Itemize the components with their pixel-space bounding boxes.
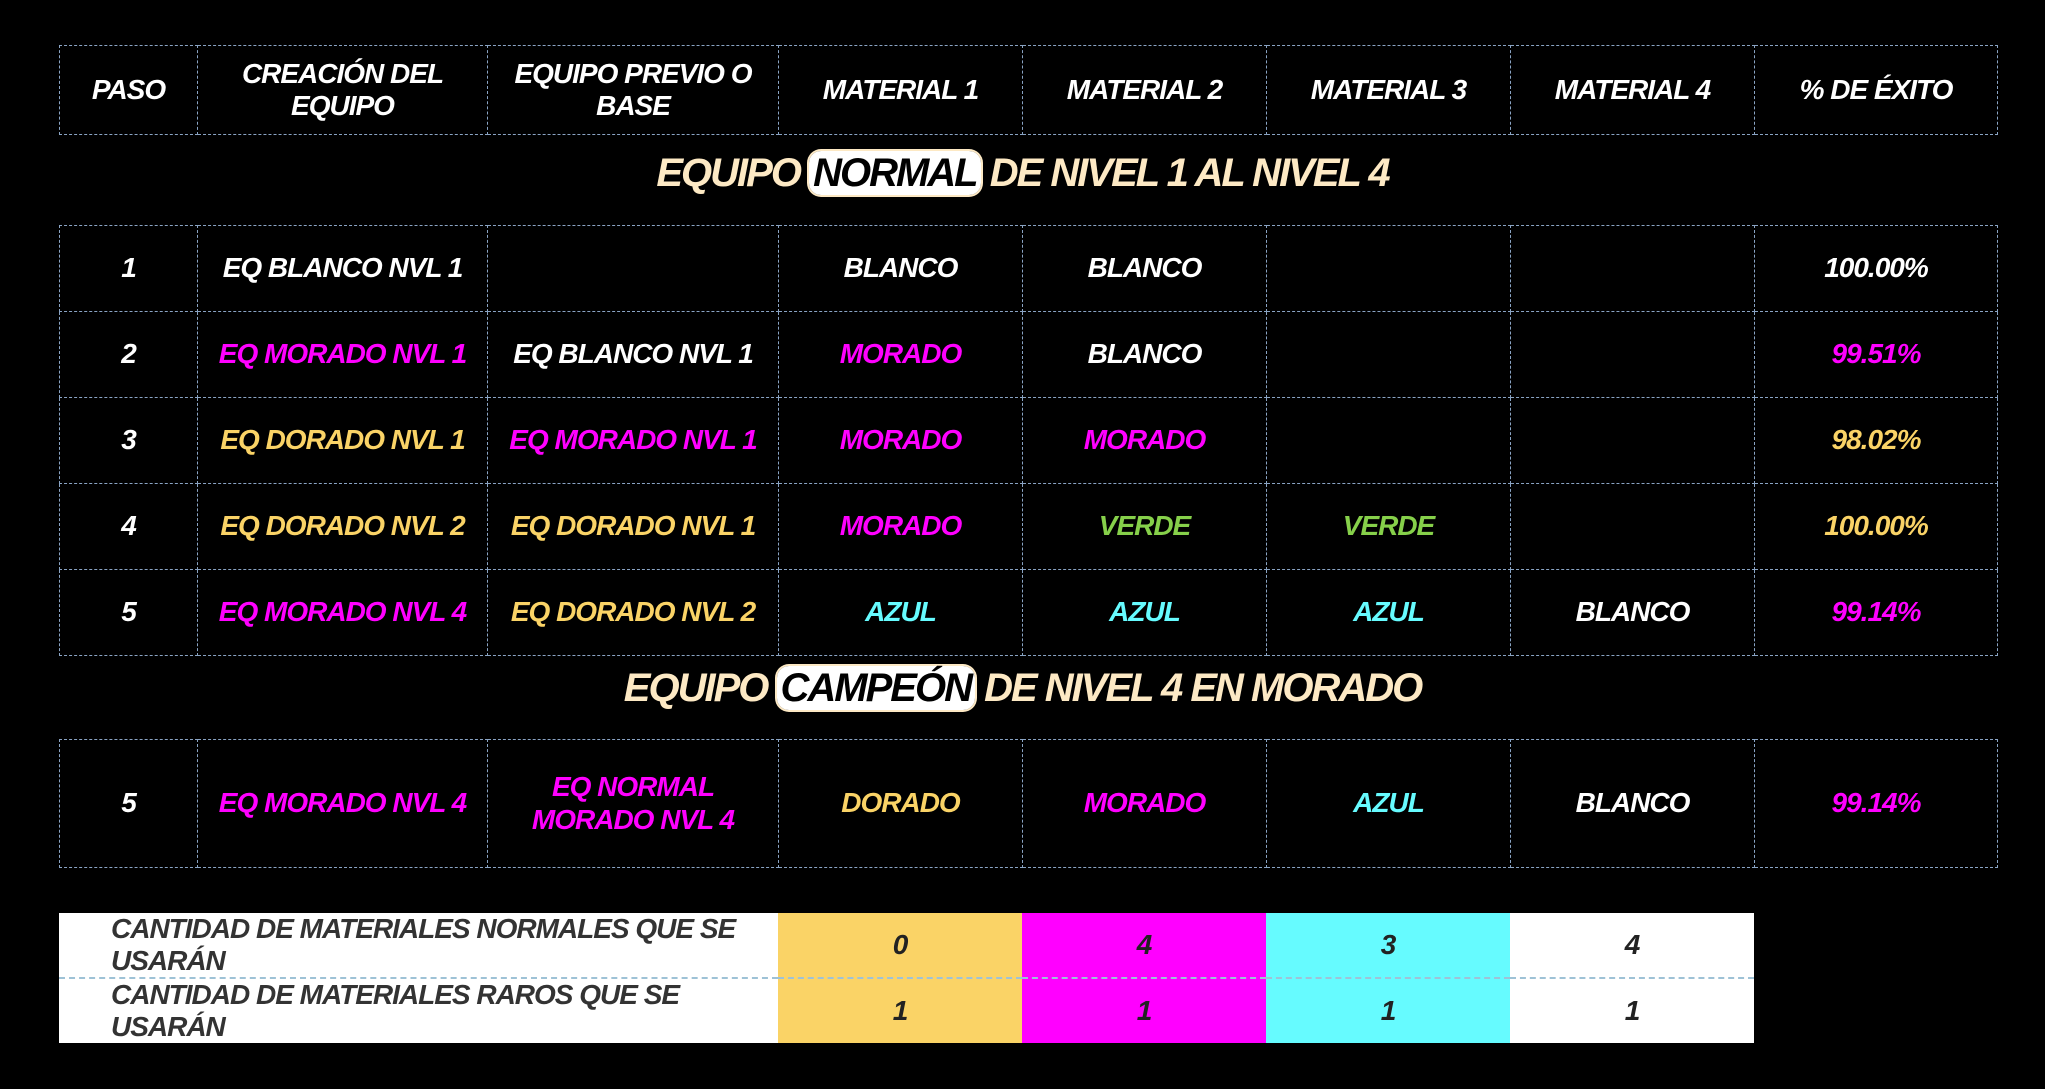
cell-paso: 2 bbox=[59, 311, 198, 398]
header-material-3: MATERIAL 3 bbox=[1266, 45, 1511, 135]
cell-material-3 bbox=[1266, 397, 1511, 484]
normal-equipment-table: 1 EQ BLANCO NVL 1 BLANCO BLANCO 100.00% … bbox=[59, 225, 1998, 656]
summary-value: 3 bbox=[1266, 913, 1510, 979]
cell-material-3 bbox=[1266, 311, 1511, 398]
cell-material-1: MORADO bbox=[778, 311, 1023, 398]
cell-creacion: EQ BLANCO NVL 1 bbox=[197, 225, 488, 312]
cell-material-3: AZUL bbox=[1266, 739, 1511, 868]
section-title-highlight: NORMAL bbox=[809, 151, 981, 195]
section-title-post: DE NIVEL 1 AL NIVEL 4 bbox=[989, 151, 1391, 195]
cell-material-1: BLANCO bbox=[778, 225, 1023, 312]
cell-creacion: EQ MORADO NVL 4 bbox=[197, 739, 488, 868]
cell-material-1: DORADO bbox=[778, 739, 1023, 868]
section-title-pre: EQUIPO bbox=[623, 666, 770, 710]
table-row: 4 EQ DORADO NVL 2 EQ DORADO NVL 1 MORADO… bbox=[59, 483, 1998, 570]
summary-label: CANTIDAD DE MATERIALES NORMALES QUE SE U… bbox=[59, 913, 778, 979]
cell-material-1: MORADO bbox=[778, 397, 1023, 484]
summary-value: 1 bbox=[1510, 978, 1754, 1043]
cell-exito: 98.02% bbox=[1754, 397, 1998, 484]
section-title-pre: EQUIPO bbox=[656, 151, 802, 195]
cell-creacion: EQ MORADO NVL 4 bbox=[197, 569, 488, 656]
cell-equipo-previo: EQ BLANCO NVL 1 bbox=[487, 311, 779, 398]
cell-exito: 100.00% bbox=[1754, 483, 1998, 570]
materials-summary-table: CANTIDAD DE MATERIALES NORMALES QUE SE U… bbox=[59, 913, 1754, 1043]
header-paso: PASO bbox=[59, 45, 198, 135]
cell-material-4 bbox=[1510, 483, 1755, 570]
cell-paso: 1 bbox=[59, 225, 198, 312]
cell-material-2: BLANCO bbox=[1022, 225, 1267, 312]
cell-creacion: EQ DORADO NVL 1 bbox=[197, 397, 488, 484]
header-row: PASO CREACIÓN DEL EQUIPO EQUIPO PREVIO O… bbox=[59, 45, 1998, 135]
champion-row: 5 EQ MORADO NVL 4 EQ NORMAL MORADO NVL 4… bbox=[59, 739, 1998, 868]
table-row: 2 EQ MORADO NVL 1 EQ BLANCO NVL 1 MORADO… bbox=[59, 311, 1998, 398]
cell-paso: 5 bbox=[59, 739, 198, 868]
summary-value: 1 bbox=[1022, 978, 1266, 1043]
cell-material-4: BLANCO bbox=[1510, 739, 1755, 868]
cell-exito: 99.14% bbox=[1754, 739, 1998, 868]
header-table: PASO CREACIÓN DEL EQUIPO EQUIPO PREVIO O… bbox=[59, 45, 1998, 135]
summary-value: 1 bbox=[1266, 978, 1510, 1043]
champion-equipment-table: 5 EQ MORADO NVL 4 EQ NORMAL MORADO NVL 4… bbox=[59, 739, 1998, 868]
cell-exito: 100.00% bbox=[1754, 225, 1998, 312]
section-title-normal: EQUIPO NORMAL DE NIVEL 1 AL NIVEL 4 bbox=[0, 151, 2045, 196]
table-row: 3 EQ DORADO NVL 1 EQ MORADO NVL 1 MORADO… bbox=[59, 397, 1998, 484]
cell-material-2: MORADO bbox=[1022, 397, 1267, 484]
cell-material-2: AZUL bbox=[1022, 569, 1267, 656]
cell-paso: 4 bbox=[59, 483, 198, 570]
cell-equipo-previo: EQ MORADO NVL 1 bbox=[487, 397, 779, 484]
cell-equipo-previo: EQ NORMAL MORADO NVL 4 bbox=[487, 739, 779, 868]
cell-creacion: EQ DORADO NVL 2 bbox=[197, 483, 488, 570]
cell-material-1: MORADO bbox=[778, 483, 1023, 570]
summary-label: CANTIDAD DE MATERIALES RAROS QUE SE USAR… bbox=[59, 978, 778, 1043]
cell-material-4: BLANCO bbox=[1510, 569, 1755, 656]
cell-exito: 99.14% bbox=[1754, 569, 1998, 656]
cell-material-4 bbox=[1510, 225, 1755, 312]
header-exito: % DE ÉXITO bbox=[1754, 45, 1998, 135]
section-title-campeon: EQUIPO CAMPEÓN DE NIVEL 4 EN MORADO bbox=[0, 666, 2045, 711]
summary-value: 4 bbox=[1022, 913, 1266, 979]
cell-equipo-previo: EQ DORADO NVL 1 bbox=[487, 483, 779, 570]
header-equipo-previo: EQUIPO PREVIO O BASE bbox=[487, 45, 779, 135]
cell-material-1: AZUL bbox=[778, 569, 1023, 656]
cell-paso: 5 bbox=[59, 569, 198, 656]
table-row: 1 EQ BLANCO NVL 1 BLANCO BLANCO 100.00% bbox=[59, 225, 1998, 312]
header-material-1: MATERIAL 1 bbox=[778, 45, 1023, 135]
summary-value: 1 bbox=[778, 978, 1022, 1043]
cell-exito: 99.51% bbox=[1754, 311, 1998, 398]
cell-material-3: AZUL bbox=[1266, 569, 1511, 656]
cell-material-3 bbox=[1266, 225, 1511, 312]
cell-equipo-previo: EQ DORADO NVL 2 bbox=[487, 569, 779, 656]
header-material-4: MATERIAL 4 bbox=[1510, 45, 1755, 135]
summary-value: 4 bbox=[1510, 913, 1754, 979]
section-title-post: DE NIVEL 4 EN MORADO bbox=[984, 666, 1423, 710]
cell-material-2: MORADO bbox=[1022, 739, 1267, 868]
table-row: 5 EQ MORADO NVL 4 EQ DORADO NVL 2 AZUL A… bbox=[59, 569, 1998, 656]
cell-equipo-previo bbox=[487, 225, 779, 312]
header-material-2: MATERIAL 2 bbox=[1022, 45, 1267, 135]
cell-material-2: BLANCO bbox=[1022, 311, 1267, 398]
cell-material-3: VERDE bbox=[1266, 483, 1511, 570]
section-title-highlight: CAMPEÓN bbox=[776, 666, 975, 710]
cell-material-2: VERDE bbox=[1022, 483, 1267, 570]
summary-row-raros: CANTIDAD DE MATERIALES RAROS QUE SE USAR… bbox=[59, 978, 1754, 1043]
cell-paso: 3 bbox=[59, 397, 198, 484]
cell-creacion: EQ MORADO NVL 1 bbox=[197, 311, 488, 398]
summary-row-normales: CANTIDAD DE MATERIALES NORMALES QUE SE U… bbox=[59, 913, 1754, 979]
cell-material-4 bbox=[1510, 397, 1755, 484]
summary-value: 0 bbox=[778, 913, 1022, 979]
header-creacion: CREACIÓN DEL EQUIPO bbox=[197, 45, 488, 135]
cell-material-4 bbox=[1510, 311, 1755, 398]
